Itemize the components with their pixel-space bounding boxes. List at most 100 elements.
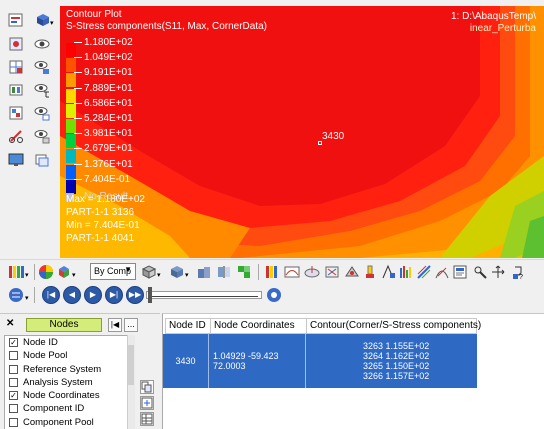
- part-display-icon[interactable]: [196, 264, 212, 280]
- next-frame-button[interactable]: ▶|: [105, 286, 123, 304]
- list-item-label: Component Pool: [23, 416, 94, 428]
- element-set-icon[interactable]: [8, 105, 24, 121]
- contour-viewport[interactable]: Contour Plot S-Stress components(S11, Ma…: [60, 6, 544, 258]
- checkbox-unchecked[interactable]: [9, 417, 18, 427]
- vector-plot-icon[interactable]: [324, 264, 340, 280]
- shaded-cube-icon[interactable]: ▾: [168, 264, 189, 280]
- legend-label: 3.981E+01: [84, 128, 133, 140]
- probe-icon[interactable]: [362, 264, 378, 280]
- tensor-plot-icon[interactable]: [344, 264, 360, 280]
- checkbox-checked[interactable]: ✓: [9, 338, 18, 347]
- left-toolbar: ▾: [0, 0, 58, 258]
- close-icon[interactable]: ✕: [6, 318, 14, 329]
- eye-tree-icon[interactable]: [34, 82, 50, 98]
- first-page-button[interactable]: |◀: [108, 318, 122, 332]
- list-item[interactable]: ✓ Node ID: [5, 336, 131, 349]
- play-button[interactable]: ▶: [84, 286, 102, 304]
- green-elements-icon[interactable]: [236, 264, 252, 280]
- legend-label: 1.180E+02: [84, 37, 133, 48]
- toolbar-row-5: [6, 103, 56, 123]
- toolbar-row-3: [6, 57, 56, 77]
- last-frame-button[interactable]: ▶▶: [126, 286, 144, 304]
- query-bars-icon[interactable]: [398, 264, 414, 280]
- column-header-node-coordinates[interactable]: Node Coordinates: [210, 318, 307, 334]
- first-frame-button[interactable]: |◀: [42, 286, 60, 304]
- animation-settings-icon[interactable]: [266, 287, 282, 303]
- list-item[interactable]: Component Pool: [5, 416, 131, 429]
- more-options-button[interactable]: ...: [124, 318, 138, 332]
- stat-min-location: PART-1-1 4041: [66, 233, 135, 244]
- legend-tick: [74, 178, 82, 180]
- animation-mode-icon[interactable]: ▾: [8, 287, 32, 303]
- legend-tick: [74, 118, 82, 119]
- mirror-icon[interactable]: [216, 264, 232, 280]
- cut-tool-icon[interactable]: [8, 128, 24, 144]
- entity-options-panel: ✕ Nodes |◀ ... ✓ Node ID Node Pool Referenc…: [0, 313, 160, 429]
- file-path-line2: inear_Perturba: [469, 23, 536, 34]
- color-wheel-icon[interactable]: [38, 264, 54, 280]
- transform-icon[interactable]: [490, 264, 506, 280]
- export-icon[interactable]: [140, 396, 154, 410]
- legend-label: 1.376E+01: [84, 158, 133, 170]
- list-item[interactable]: Reference System: [5, 363, 131, 376]
- table-icon[interactable]: [140, 412, 154, 426]
- previous-frame-button[interactable]: ◀: [63, 286, 81, 304]
- legend-tick: [74, 57, 82, 59]
- legend-tick: [74, 163, 82, 165]
- toolbar-row-6: [6, 126, 56, 146]
- frame-slider-thumb[interactable]: [148, 287, 152, 303]
- checkbox-checked[interactable]: ✓: [9, 391, 18, 401]
- frame-slider-track[interactable]: [146, 291, 262, 299]
- legend-tick: [74, 102, 82, 104]
- history-icon[interactable]: [434, 264, 450, 280]
- table-row[interactable]: 3430 1.04929 -59.423 72.0003 3263 1.155E…: [163, 334, 477, 388]
- hide-elements-icon[interactable]: [8, 36, 24, 52]
- column-header-contour[interactable]: Contour(Corner/S-Stress components): [306, 318, 481, 334]
- legend-swatch: [66, 43, 76, 57]
- svg-text:▾: ▾: [157, 272, 161, 279]
- contour-tool-icon[interactable]: ▾: [8, 264, 29, 280]
- list-scrollbar-thumb[interactable]: [128, 345, 134, 385]
- list-item[interactable]: Component ID: [5, 402, 131, 415]
- checkbox-unchecked[interactable]: [9, 404, 18, 414]
- list-item[interactable]: Node Pool: [5, 349, 131, 362]
- cube-view-icon[interactable]: ▾: [34, 12, 54, 28]
- eye-part-icon[interactable]: [34, 59, 50, 75]
- eye-grid-icon[interactable]: [34, 105, 50, 121]
- tab-nodes[interactable]: Nodes: [26, 318, 102, 332]
- marker-icon[interactable]: [380, 264, 396, 280]
- svg-text:▾: ▾: [25, 295, 29, 302]
- list-item[interactable]: ✓ Node Coordinates: [5, 389, 131, 402]
- query-question-icon[interactable]: ?: [510, 264, 526, 281]
- stat-max-location: PART-1-1 3136: [66, 207, 135, 218]
- legend-swatch: [66, 103, 76, 118]
- legend-tick: [74, 148, 82, 150]
- column-header-node-id[interactable]: Node ID: [165, 318, 211, 334]
- notes-icon[interactable]: [452, 264, 468, 280]
- eye-show-icon[interactable]: [34, 36, 50, 52]
- list-item-label: Node ID: [23, 337, 58, 348]
- checkbox-unchecked[interactable]: [9, 377, 18, 387]
- measure-icon[interactable]: [472, 264, 488, 280]
- color-mode-select[interactable]: By Comp ▼: [90, 263, 136, 280]
- checkbox-unchecked[interactable]: [9, 364, 18, 374]
- legend-swatch: [66, 149, 76, 164]
- color-options-icon[interactable]: ▾: [56, 264, 76, 280]
- symbol-plot-icon[interactable]: [304, 264, 320, 280]
- legend-swatch: [66, 164, 76, 179]
- table-header: Node ID Node Coordinates Contour(Corner/…: [163, 318, 544, 334]
- deformation-icon[interactable]: [284, 264, 300, 280]
- layers-icon[interactable]: [34, 152, 50, 168]
- list-item[interactable]: Analysis System: [5, 376, 131, 389]
- copy-icon[interactable]: [140, 380, 154, 394]
- render-style-icon[interactable]: ▾: [140, 264, 161, 280]
- checkbox-unchecked[interactable]: [9, 351, 18, 361]
- mesh-select-icon[interactable]: [8, 59, 24, 75]
- eye-cut-icon[interactable]: [34, 128, 50, 144]
- file-path-line1: 1: D:\AbaqusTemp\: [450, 11, 536, 22]
- legend-bars-icon[interactable]: [264, 264, 280, 280]
- spectrum-icon[interactable]: [416, 264, 432, 280]
- monitor-icon[interactable]: [8, 152, 24, 168]
- node-filter-icon[interactable]: [8, 82, 24, 98]
- display-options-icon[interactable]: [8, 12, 24, 28]
